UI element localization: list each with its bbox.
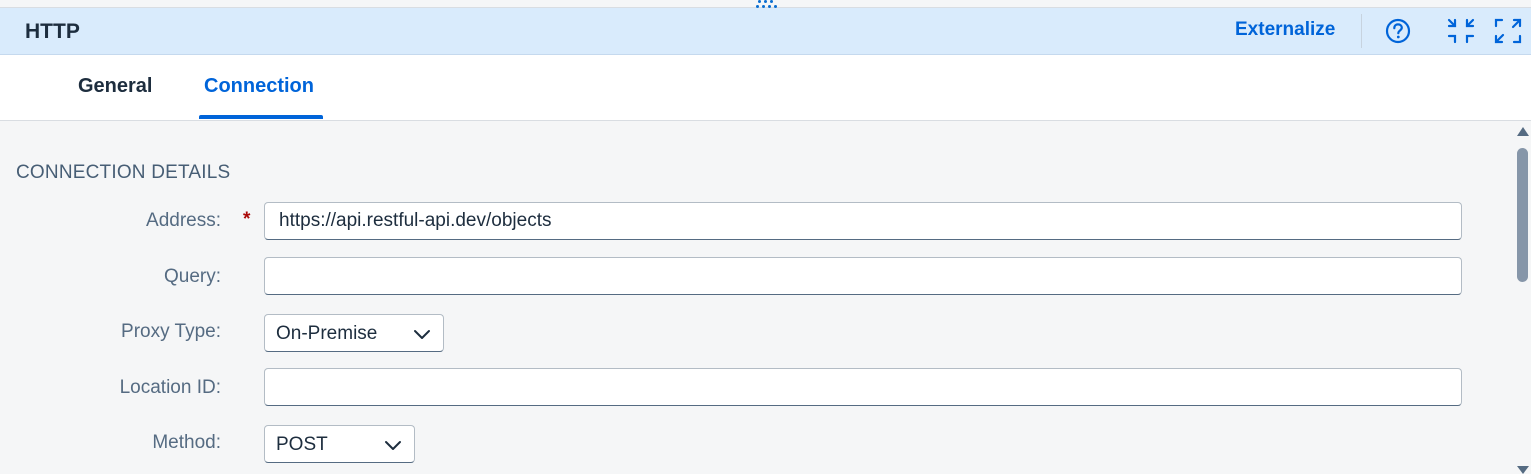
help-icon[interactable]	[1384, 17, 1412, 45]
tab-bar: General Connection	[0, 55, 1531, 121]
externalize-button[interactable]: Externalize	[1235, 19, 1335, 41]
method-value: POST	[276, 434, 328, 455]
location-id-label: Location ID:	[119, 377, 221, 398]
proxy-type-label: Proxy Type:	[121, 321, 221, 342]
resize-bar[interactable]	[0, 0, 1531, 8]
method-select[interactable]: POST	[264, 425, 415, 463]
method-label: Method:	[152, 432, 221, 453]
chevron-down-icon	[413, 325, 431, 343]
address-field[interactable]	[264, 202, 1462, 240]
tab-general[interactable]: General	[78, 75, 152, 98]
panel-title: HTTP	[25, 20, 80, 43]
query-label: Query:	[163, 266, 221, 287]
header-divider	[1361, 14, 1362, 48]
connection-form: CONNECTION DETAILS Address: * Query: Pro…	[0, 121, 1512, 474]
section-title: CONNECTION DETAILS	[16, 162, 231, 183]
tab-selected-indicator	[199, 115, 323, 119]
vertical-scrollbar[interactable]	[1512, 121, 1531, 474]
proxy-type-value: On-Premise	[276, 323, 378, 344]
proxy-type-select[interactable]: On-Premise	[264, 314, 444, 352]
exit-fullscreen-icon[interactable]	[1447, 17, 1475, 45]
address-label: Address:	[146, 210, 221, 231]
tab-connection[interactable]: Connection	[204, 75, 314, 98]
scroll-down-arrow-icon[interactable]	[1517, 466, 1529, 474]
required-marker: *	[243, 209, 251, 230]
panel-header: HTTP Externalize	[0, 8, 1531, 55]
location-id-field[interactable]	[264, 368, 1462, 406]
scrollbar-thumb[interactable]	[1517, 148, 1528, 282]
query-field[interactable]	[264, 257, 1462, 295]
scroll-up-arrow-icon[interactable]	[1517, 127, 1529, 136]
chevron-down-icon	[384, 436, 402, 454]
fullscreen-icon[interactable]	[1494, 17, 1522, 45]
